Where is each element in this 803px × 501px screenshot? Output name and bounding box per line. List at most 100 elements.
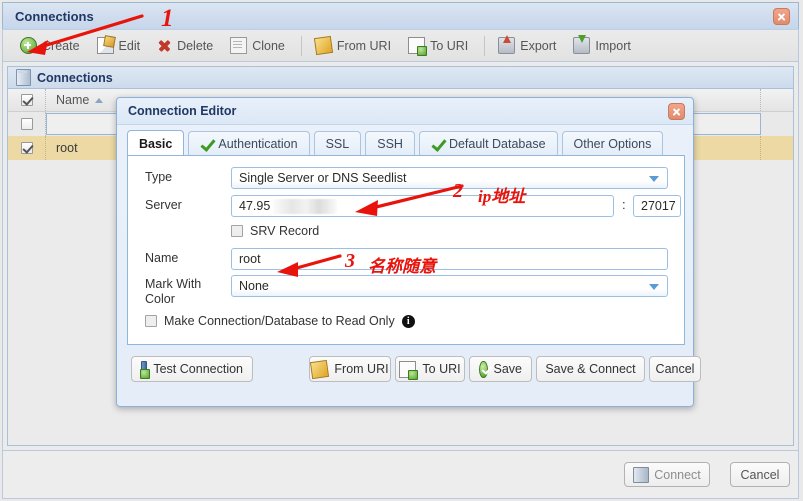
save-button-label: Save: [493, 362, 523, 376]
dialog-to-uri-label: To URI: [422, 362, 461, 376]
toolbar-button-delete[interactable]: Delete: [150, 36, 220, 55]
green-check-icon: [200, 138, 213, 151]
edit-icon: [96, 37, 114, 54]
database-icon: [16, 69, 31, 86]
cancel-button-label: Cancel: [740, 467, 780, 482]
server-input-value: 47.95: [239, 199, 271, 213]
toolbar-button-export[interactable]: Export: [491, 35, 563, 56]
test-connection-label: Test Connection: [153, 362, 243, 376]
green-check-icon: [431, 138, 444, 151]
sort-ascending-icon: [95, 97, 104, 103]
test-connection-icon: [140, 361, 151, 379]
port-separator: :: [622, 197, 626, 212]
mark-with-color-label: Mark With Color: [145, 277, 202, 306]
tab-authentication-label: Authentication: [218, 137, 298, 151]
clone-icon: [230, 37, 248, 54]
toolbar-button-create[interactable]: Create: [13, 35, 87, 56]
save-and-connect-button[interactable]: Save & Connect: [536, 356, 645, 382]
toolbar-button-from-uri[interactable]: From URI: [308, 35, 398, 56]
create-icon: [20, 37, 37, 54]
export-icon: [498, 35, 516, 54]
type-select[interactable]: Single Server or DNS Seedlist: [231, 167, 668, 189]
port-input[interactable]: 27017: [633, 195, 681, 217]
tab-default-database[interactable]: Default Database: [418, 131, 558, 156]
dialog-tabstrip: Basic Authentication SSL SSH Default Dat…: [127, 130, 685, 156]
basic-tab-panel: Type Single Server or DNS Seedlist Serve…: [127, 155, 685, 345]
read-only-row[interactable]: Make Connection/Database to Read Only i: [145, 314, 415, 328]
row-checkbox[interactable]: [20, 118, 33, 130]
tab-authentication[interactable]: Authentication: [188, 131, 310, 156]
connect-icon: [633, 466, 650, 483]
name-label: Name: [145, 251, 179, 265]
read-only-label: Make Connection/Database to Read Only: [164, 314, 395, 328]
import-icon: [573, 35, 591, 54]
tab-basic-label: Basic: [139, 136, 173, 151]
type-select-value: Single Server or DNS Seedlist: [239, 171, 407, 185]
mark-with-color-select[interactable]: None: [231, 275, 668, 297]
tab-default-database-label: Default Database: [448, 137, 546, 151]
dialog-from-uri-label: From URI: [334, 362, 389, 376]
tab-ssh-label: SSH: [377, 137, 403, 151]
read-only-checkbox[interactable]: [145, 315, 157, 327]
page-title: Connections: [15, 9, 94, 24]
toolbar-divider-1: [300, 35, 302, 56]
server-label: Server: [145, 198, 182, 212]
toolbar-divider-2: [484, 35, 486, 56]
toolbar-button-edit[interactable]: Edit: [90, 35, 148, 56]
save-button[interactable]: Save: [469, 356, 532, 382]
connect-button[interactable]: Connect: [624, 462, 710, 487]
toolbar-label-delete: Delete: [177, 38, 214, 53]
toolbar-label-edit: Edit: [118, 38, 141, 53]
redaction-overlay: [273, 199, 337, 214]
toolbar-label-import: Import: [595, 38, 631, 53]
tab-other-options[interactable]: Other Options: [561, 131, 664, 156]
to-uri-icon: [399, 360, 419, 380]
srv-record-checkbox[interactable]: [231, 225, 243, 237]
window-titlebar: Connections: [2, 2, 799, 29]
dialog-from-uri-button[interactable]: From URI: [309, 356, 391, 382]
from-uri-icon: [313, 35, 333, 56]
srv-record-label: SRV Record: [250, 224, 320, 238]
to-uri-icon: [408, 37, 428, 56]
select-all-checkbox[interactable]: [20, 94, 33, 106]
tab-ssl-label: SSL: [325, 137, 350, 151]
window-bottom-bar: Connect Cancel: [2, 451, 799, 499]
cancel-button[interactable]: Cancel: [730, 462, 790, 487]
tab-basic[interactable]: Basic: [127, 130, 185, 156]
info-icon[interactable]: i: [401, 314, 415, 328]
from-uri-icon: [310, 359, 330, 379]
dialog-cancel-button[interactable]: Cancel: [649, 356, 701, 382]
row-checkbox-cell[interactable]: [8, 112, 46, 136]
dialog-button-bar: Test Connection From URI To URI Save Sav…: [127, 356, 701, 388]
toolbar-button-clone[interactable]: Clone: [223, 35, 292, 56]
toolbar-label-export: Export: [520, 38, 557, 53]
close-icon[interactable]: [668, 103, 685, 120]
column-header-name-label: Name: [56, 93, 90, 107]
name-input-value: root: [239, 252, 261, 266]
select-all-cell[interactable]: [8, 89, 46, 111]
delete-icon: [157, 38, 172, 53]
toolbar-button-to-uri[interactable]: To URI: [401, 35, 475, 56]
tab-ssh[interactable]: SSH: [365, 131, 415, 156]
row-checkbox-cell[interactable]: [8, 136, 46, 160]
test-connection-button[interactable]: Test Connection: [131, 356, 253, 382]
chevron-down-icon: [649, 284, 659, 290]
dialog-to-uri-button[interactable]: To URI: [395, 356, 465, 382]
port-input-value: 27017: [641, 199, 676, 213]
toolbar: Create Edit Delete Clone From URI To URI…: [2, 29, 799, 62]
toolbar-label-clone: Clone: [252, 38, 285, 53]
toolbar-label-to-uri: To URI: [430, 38, 469, 53]
row-checkbox[interactable]: [20, 142, 33, 154]
type-label: Type: [145, 170, 173, 184]
close-icon[interactable]: [773, 8, 790, 25]
toolbar-label-from-uri: From URI: [336, 38, 392, 53]
server-input[interactable]: 47.95: [231, 195, 614, 217]
name-input[interactable]: root: [231, 248, 668, 270]
toolbar-button-import[interactable]: Import: [566, 35, 637, 56]
dialog-cancel-label: Cancel: [655, 362, 695, 376]
connections-window: Connections Create Edit Delete Clone Fro…: [0, 0, 803, 501]
chevron-down-icon: [649, 176, 659, 182]
tab-other-options-label: Other Options: [573, 137, 652, 151]
srv-record-row[interactable]: SRV Record: [231, 224, 319, 238]
tab-ssl[interactable]: SSL: [313, 131, 362, 156]
